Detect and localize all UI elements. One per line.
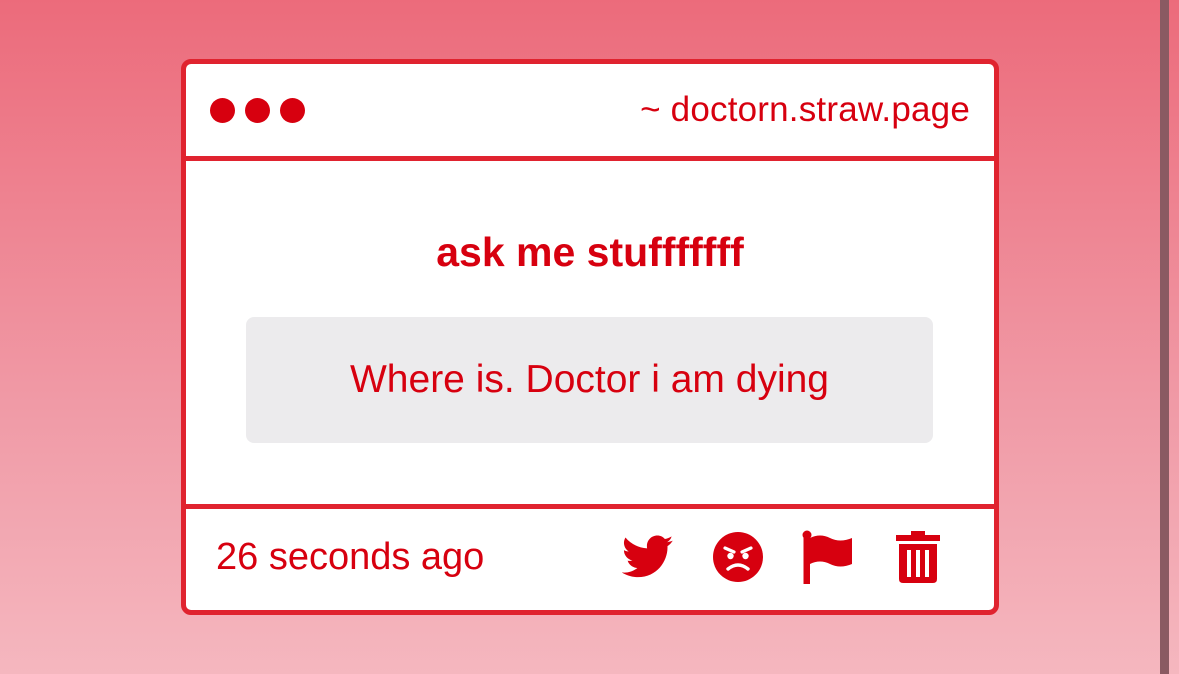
window-dot-icon xyxy=(245,97,270,123)
angry-face-icon[interactable] xyxy=(712,531,764,583)
action-bar xyxy=(622,530,944,584)
twitter-icon[interactable] xyxy=(622,531,674,583)
flag-icon[interactable] xyxy=(802,530,854,584)
question-text: Where is. Doctor i am dying xyxy=(350,358,829,401)
card-content: ask me stufffffff Where is. Doctor i am … xyxy=(186,161,994,509)
window-edge xyxy=(1160,0,1169,674)
question-card: ~ doctorn.straw.page ask me stufffffff W… xyxy=(181,59,999,615)
page-url: ~ doctorn.straw.page xyxy=(640,90,970,129)
question-text-box: Where is. Doctor i am dying xyxy=(246,317,933,443)
trash-icon[interactable] xyxy=(892,531,944,583)
window-dot-icon xyxy=(210,97,235,123)
window-dots xyxy=(210,97,305,123)
prompt-title: ask me stufffffff xyxy=(436,229,744,275)
window-dot-icon xyxy=(280,97,305,123)
card-footer: 26 seconds ago xyxy=(186,509,994,605)
card-titlebar: ~ doctorn.straw.page xyxy=(186,64,994,161)
timestamp: 26 seconds ago xyxy=(216,535,485,578)
